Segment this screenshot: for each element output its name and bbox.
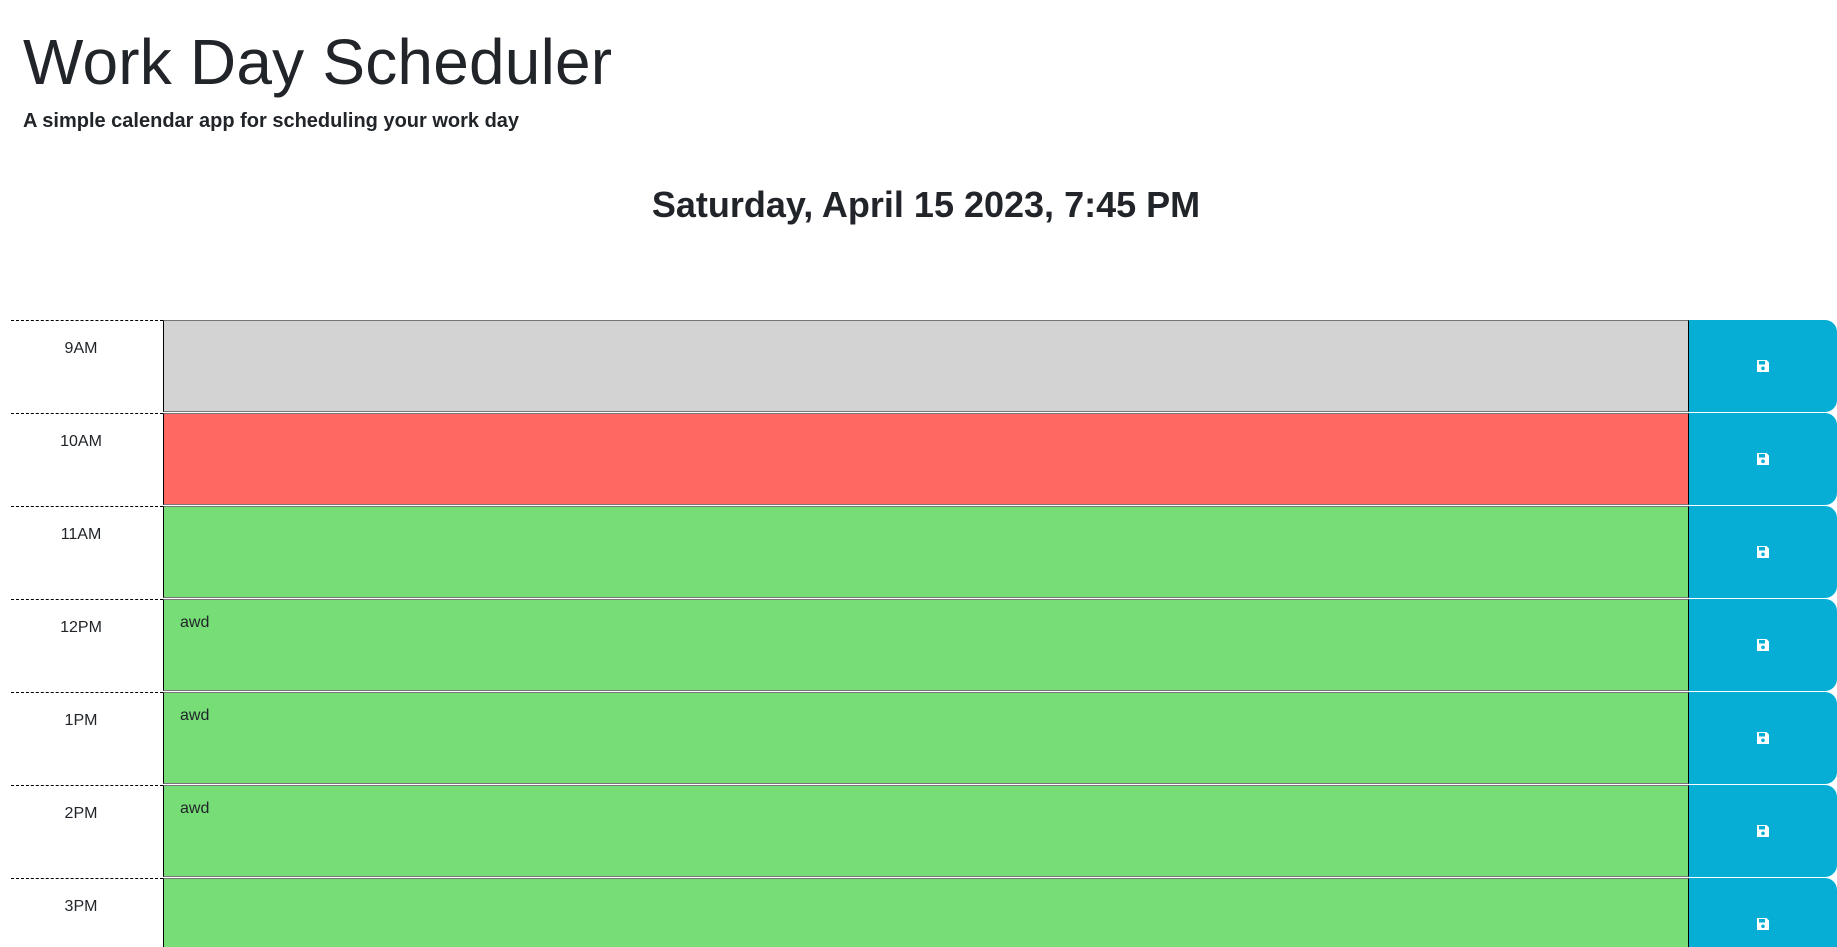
event-description-input[interactable]: awd (163, 785, 1689, 877)
save-button[interactable] (1689, 878, 1837, 947)
time-block-12pm: 12PM awd (11, 599, 1837, 691)
save-button[interactable] (1689, 692, 1837, 784)
event-description-input[interactable]: awd (163, 599, 1689, 691)
current-date-time: Saturday, April 15 2023, 7:45 PM (651, 184, 1201, 225)
time-block-9am: 9AM (11, 320, 1837, 412)
save-button[interactable] (1689, 785, 1837, 877)
floppy-disk-icon (1757, 639, 1769, 651)
hour-label: 11AM (11, 506, 163, 598)
floppy-disk-icon (1757, 453, 1769, 465)
save-button[interactable] (1689, 506, 1837, 598)
floppy-disk-icon (1757, 360, 1769, 372)
event-description-input[interactable] (163, 506, 1689, 598)
event-description-input[interactable]: awd (163, 692, 1689, 784)
hour-label: 3PM (11, 878, 163, 947)
floppy-disk-icon (1757, 732, 1769, 744)
schedule-container: 9AM 10AM 11AM 12PM awd 1PM awd 2PM awd 3… (11, 320, 1837, 947)
hour-label: 1PM (11, 692, 163, 784)
save-button[interactable] (1689, 320, 1837, 412)
save-button[interactable] (1689, 413, 1837, 505)
hour-label: 9AM (11, 320, 163, 412)
hour-label: 2PM (11, 785, 163, 877)
time-block-3pm: 3PM (11, 878, 1837, 947)
time-block-2pm: 2PM awd (11, 785, 1837, 877)
time-block-10am: 10AM (11, 413, 1837, 505)
scheduler-page: Work Day Scheduler A simple calendar app… (0, 0, 1837, 947)
floppy-disk-icon (1757, 825, 1769, 837)
save-button[interactable] (1689, 599, 1837, 691)
app-title: Work Day Scheduler (23, 26, 613, 98)
hour-label: 12PM (11, 599, 163, 691)
floppy-disk-icon (1757, 546, 1769, 558)
time-block-1pm: 1PM awd (11, 692, 1837, 784)
event-description-input[interactable] (163, 878, 1689, 947)
time-block-11am: 11AM (11, 506, 1837, 598)
hour-label: 10AM (11, 413, 163, 505)
floppy-disk-icon (1757, 918, 1769, 930)
app-subtitle: A simple calendar app for scheduling you… (23, 110, 520, 132)
event-description-input[interactable] (163, 413, 1689, 505)
header: Work Day Scheduler A simple calendar app… (23, 26, 612, 134)
event-description-input[interactable] (163, 320, 1689, 412)
